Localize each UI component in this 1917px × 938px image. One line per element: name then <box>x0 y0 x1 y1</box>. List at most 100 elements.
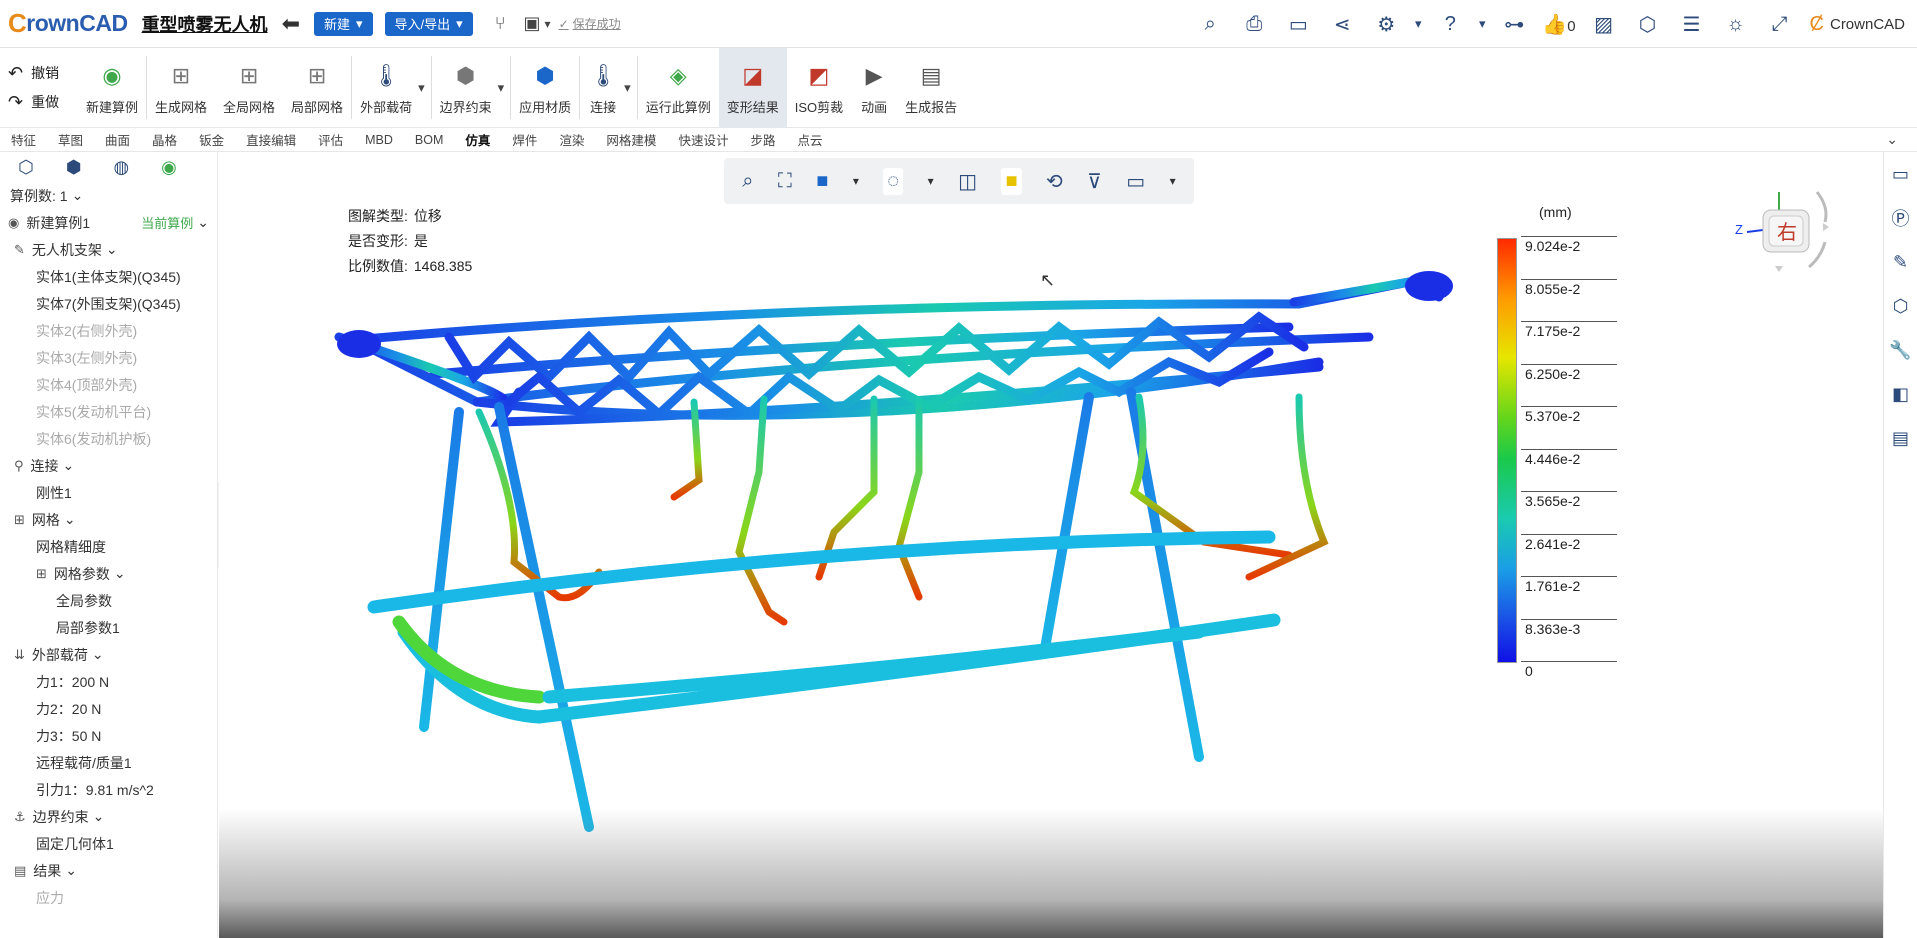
tab-render[interactable]: 渲染 <box>548 130 595 149</box>
import-export-button[interactable]: 导入/导出 ▾ <box>384 11 473 36</box>
tree-item[interactable]: ⊞ 网格参数 ⌄ <box>0 560 217 587</box>
tree-item[interactable]: 远程载荷/质量1 <box>0 749 217 776</box>
tree-item[interactable]: ✎ 无人机支架 ⌄ <box>0 236 217 263</box>
tab-weldment[interactable]: 焊件 <box>501 130 548 149</box>
iso-clip-button[interactable]: ◩ ISO剪裁 <box>787 48 851 128</box>
tree-item[interactable]: ⊞ 网格 ⌄ <box>0 506 217 533</box>
tab-simulation[interactable]: 仿真 <box>454 130 501 149</box>
back-arrow-icon[interactable]: ⬅ <box>282 11 300 37</box>
tab-sketch[interactable]: 草图 <box>47 130 94 149</box>
view-cube[interactable]: 右 Z <box>1729 172 1839 282</box>
search-icon[interactable]: ⌕ <box>1188 13 1232 36</box>
connection-button[interactable]: 🌡 连接 <box>580 48 626 128</box>
like-icon[interactable]: 👍0 <box>1536 12 1581 37</box>
tab-routing[interactable]: 步路 <box>739 130 786 149</box>
tree-item[interactable]: 实体4(顶部外壳) <box>0 371 217 398</box>
cube-library-icon[interactable]: ⬡ <box>1884 284 1917 328</box>
boundary-constraint-button[interactable]: ⬢ 边界约束 <box>432 48 500 128</box>
app-logo[interactable]: CrownCAD <box>8 8 128 39</box>
tree-item[interactable]: 力1：200 N <box>0 668 217 695</box>
tree-item[interactable]: ⇊ 外部载荷 ⌄ <box>0 641 217 668</box>
tree-item[interactable]: 刚性1 <box>0 479 217 506</box>
branch-icon[interactable]: ⑂ <box>495 13 506 34</box>
redo-button[interactable]: ↷ 重做 <box>8 92 78 113</box>
generate-report-button[interactable]: ▤ 生成报告 <box>897 48 965 128</box>
legend-value: 9.024e-2 <box>1521 236 1617 255</box>
tree-item[interactable]: ⚓ 边界约束 ⌄ <box>0 803 217 830</box>
folder-icon[interactable]: ▭ <box>1884 152 1917 196</box>
document-title[interactable]: 重型喷雾无人机 <box>142 11 268 37</box>
menu-icon[interactable]: ☰ <box>1670 12 1714 37</box>
chevron-down-icon[interactable]: ▾ <box>1408 16 1428 32</box>
tree-item[interactable]: ⚲ 连接 ⌄ <box>0 452 217 479</box>
study-count[interactable]: 算例数: 1 ⌄ <box>0 182 217 209</box>
tree-item[interactable]: 力3：50 N <box>0 722 217 749</box>
tree-item[interactable]: 全局参数 <box>0 587 217 614</box>
run-study-button[interactable]: ◈ 运行此算例 <box>638 48 719 128</box>
new-study-button[interactable]: ◉ 新建算例 <box>78 48 146 128</box>
study-node[interactable]: ◉ 新建算例1 当前算例 ⌄ <box>0 209 217 236</box>
parameter-icon[interactable]: Ⓟ <box>1884 196 1917 240</box>
assembly-icon[interactable]: ⬢ <box>66 157 82 178</box>
tree-item[interactable]: 实体7(外围支架)(Q345) <box>0 290 217 317</box>
chevron-down-icon[interactable]: ▾ <box>418 80 425 96</box>
tab-mbd[interactable]: MBD <box>354 133 404 147</box>
animation-button[interactable]: ▶ 动画 <box>851 48 897 128</box>
edit-icon[interactable]: ✎ <box>1884 240 1917 284</box>
part-tree-icon[interactable]: ⬡ <box>18 157 34 178</box>
tab-features[interactable]: 特征 <box>0 130 47 149</box>
notebook-icon[interactable]: ▤ <box>1884 416 1917 460</box>
apply-material-button[interactable]: ⬢ 应用材质 <box>511 48 579 128</box>
appearance-icon[interactable]: ◧ <box>1884 372 1917 416</box>
tree-item[interactable]: 实体6(发动机护板) <box>0 425 217 452</box>
tab-surface[interactable]: 曲面 <box>94 130 141 149</box>
tree-item[interactable]: 应力 <box>0 884 217 911</box>
image-icon[interactable]: ▨ <box>1582 12 1626 37</box>
expand-icon[interactable]: ⤢ <box>1758 13 1802 36</box>
tree-item[interactable]: 局部参数1 <box>0 614 217 641</box>
3d-viewport[interactable]: ⌕ ⛶ ■ ▾ ◌ ▾ ◫ ■ ⟲ ⊽ ▭ ▾ 图解类型: 位移 是否变形: 是 比… <box>219 152 1883 938</box>
comment-icon[interactable]: ▭ <box>1276 12 1320 37</box>
tree-item[interactable]: 实体2(右侧外壳) <box>0 317 217 344</box>
tree-item[interactable]: 固定几何体1 <box>0 830 217 857</box>
wrench-icon[interactable]: 🔧 <box>1884 328 1917 372</box>
tab-point-cloud[interactable]: 点云 <box>786 130 833 149</box>
global-mesh-button[interactable]: ⊞ 全局网格 <box>215 48 283 128</box>
box-icon[interactable]: ⬡ <box>1626 12 1670 37</box>
chevron-down-icon[interactable]: ▾ <box>1472 16 1492 32</box>
chevron-down-icon[interactable]: ▾ <box>498 80 505 96</box>
tree-item[interactable]: ▤ 结果 ⌄ <box>0 857 217 884</box>
tree-item[interactable]: 实体5(发动机平台) <box>0 398 217 425</box>
chevron-down-icon[interactable]: ▾ <box>545 17 551 31</box>
tab-lattice[interactable]: 晶格 <box>141 130 188 149</box>
local-mesh-button[interactable]: ⊞ 局部网格 <box>283 48 351 128</box>
help-icon[interactable]: ? <box>1428 13 1472 36</box>
theme-icon[interactable]: ☼ <box>1714 13 1758 36</box>
user-menu[interactable]: Ȼ CrownCAD <box>1810 13 1905 36</box>
tree-item[interactable]: 实体1(主体支架)(Q345) <box>0 263 217 290</box>
globe-icon[interactable]: ◍ <box>113 157 129 178</box>
deformation-result-button[interactable]: ◪ 变形结果 <box>718 48 787 128</box>
hierarchy-icon[interactable]: ⊶ <box>1492 12 1536 37</box>
print-icon[interactable]: ⎙ <box>1232 13 1276 36</box>
study-icon[interactable]: ◉ <box>161 157 177 178</box>
tree-item[interactable]: 引力1：9.81 m/s^2 <box>0 776 217 803</box>
tab-sheet-metal[interactable]: 钣金 <box>188 130 235 149</box>
chevron-down-icon[interactable]: ⌄ <box>1875 131 1909 148</box>
settings-gear-icon[interactable]: ⚙ <box>1364 12 1408 37</box>
external-load-button[interactable]: 🌡 外部载荷 <box>352 48 420 128</box>
generate-mesh-button[interactable]: ⊞ 生成网格 <box>147 48 215 128</box>
tab-quick-design[interactable]: 快速设计 <box>667 130 739 149</box>
tree-item[interactable]: 实体3(左侧外壳) <box>0 344 217 371</box>
tree-item[interactable]: 网格精细度 <box>0 533 217 560</box>
tab-direct-edit[interactable]: 直接编辑 <box>235 130 307 149</box>
share-icon[interactable]: ⋖ <box>1320 12 1364 37</box>
tab-evaluate[interactable]: 评估 <box>307 130 354 149</box>
undo-button[interactable]: ↶ 撤销 <box>8 63 78 84</box>
chevron-down-icon[interactable]: ▾ <box>624 80 631 96</box>
tree-item[interactable]: 力2：20 N <box>0 695 217 722</box>
new-button[interactable]: 新建 ▾ <box>314 11 373 36</box>
tab-bom[interactable]: BOM <box>404 133 454 147</box>
tab-mesh-modeling[interactable]: 网格建模 <box>595 130 667 149</box>
save-icon[interactable]: ▣ <box>524 13 541 34</box>
